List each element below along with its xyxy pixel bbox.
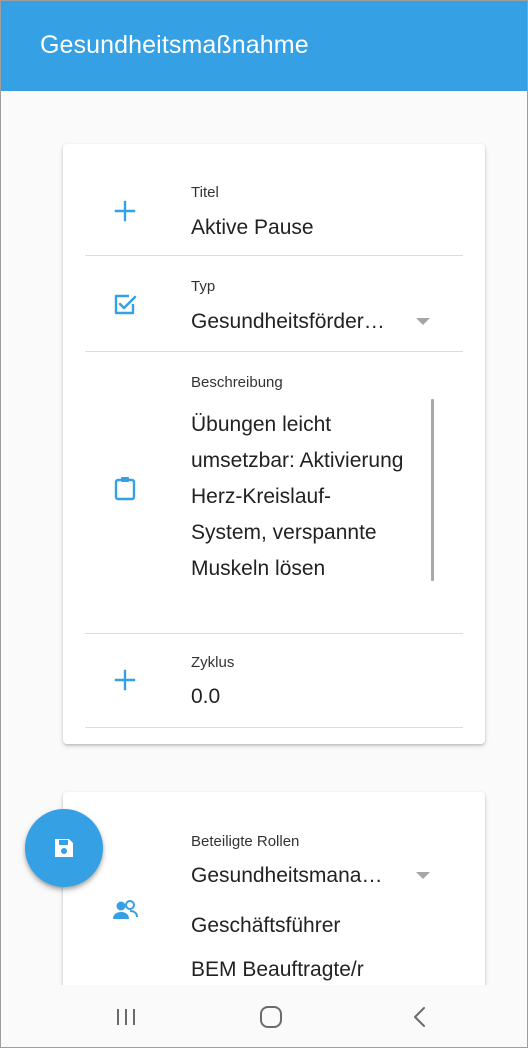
cycle-label: Zyklus [191, 654, 235, 671]
type-label: Typ [191, 278, 216, 295]
type-field[interactable]: Typ Gesundheitsförder… [63, 256, 485, 351]
checkbox-icon [111, 291, 139, 319]
clipboard-icon [111, 474, 139, 502]
home-button[interactable] [257, 1002, 285, 1032]
cycle-field[interactable]: Zyklus 0.0 [63, 634, 485, 727]
description-scrollbar[interactable] [431, 399, 434, 581]
title-field[interactable]: Titel Aktive Pause [63, 144, 485, 255]
plus-icon [111, 197, 139, 225]
divider [85, 727, 463, 728]
description-label: Beschreibung [191, 374, 283, 391]
description-textarea[interactable]: Übungen leicht umsetzbar: Aktivierung He… [191, 407, 406, 587]
description-field[interactable]: Beschreibung Übungen leicht umsetzbar: A… [63, 352, 485, 633]
page-title: Gesundheitsmaßnahme [40, 31, 309, 59]
recent-apps-icon [117, 1009, 135, 1025]
back-icon [414, 1007, 425, 1027]
roles-field[interactable]: Beteiligte Rollen Gesundheitsmana… Gesch… [63, 792, 485, 985]
role-item: BEM Beauftragte/r [191, 958, 364, 981]
type-select[interactable]: Gesundheitsförder… [191, 310, 385, 334]
roles-select[interactable]: Gesundheitsmana… [191, 864, 382, 888]
save-button[interactable] [25, 809, 103, 887]
save-icon [55, 839, 73, 857]
home-icon [260, 1006, 282, 1028]
role-item: Geschäftsführer [191, 914, 341, 937]
system-nav-bar [1, 985, 527, 1047]
back-button[interactable] [409, 1002, 431, 1032]
title-input[interactable]: Aktive Pause [191, 216, 314, 240]
roles-card: Beteiligte Rollen Gesundheitsmana… Gesch… [63, 792, 485, 985]
recent-apps-button[interactable] [113, 1002, 139, 1032]
chevron-down-icon[interactable] [416, 872, 430, 879]
title-label: Titel [191, 184, 219, 201]
people-icon [111, 897, 139, 925]
cycle-input[interactable]: 0.0 [191, 685, 220, 709]
chevron-down-icon[interactable] [416, 318, 430, 325]
details-card: Titel Aktive Pause Typ Gesundheitsförder… [63, 144, 485, 744]
roles-label: Beteiligte Rollen [191, 833, 300, 850]
plus-icon [111, 666, 139, 694]
app-bar: Gesundheitsmaßnahme [1, 1, 527, 91]
app-frame: Gesundheitsmaßnahme Titel Aktive Pause T… [0, 0, 528, 1048]
